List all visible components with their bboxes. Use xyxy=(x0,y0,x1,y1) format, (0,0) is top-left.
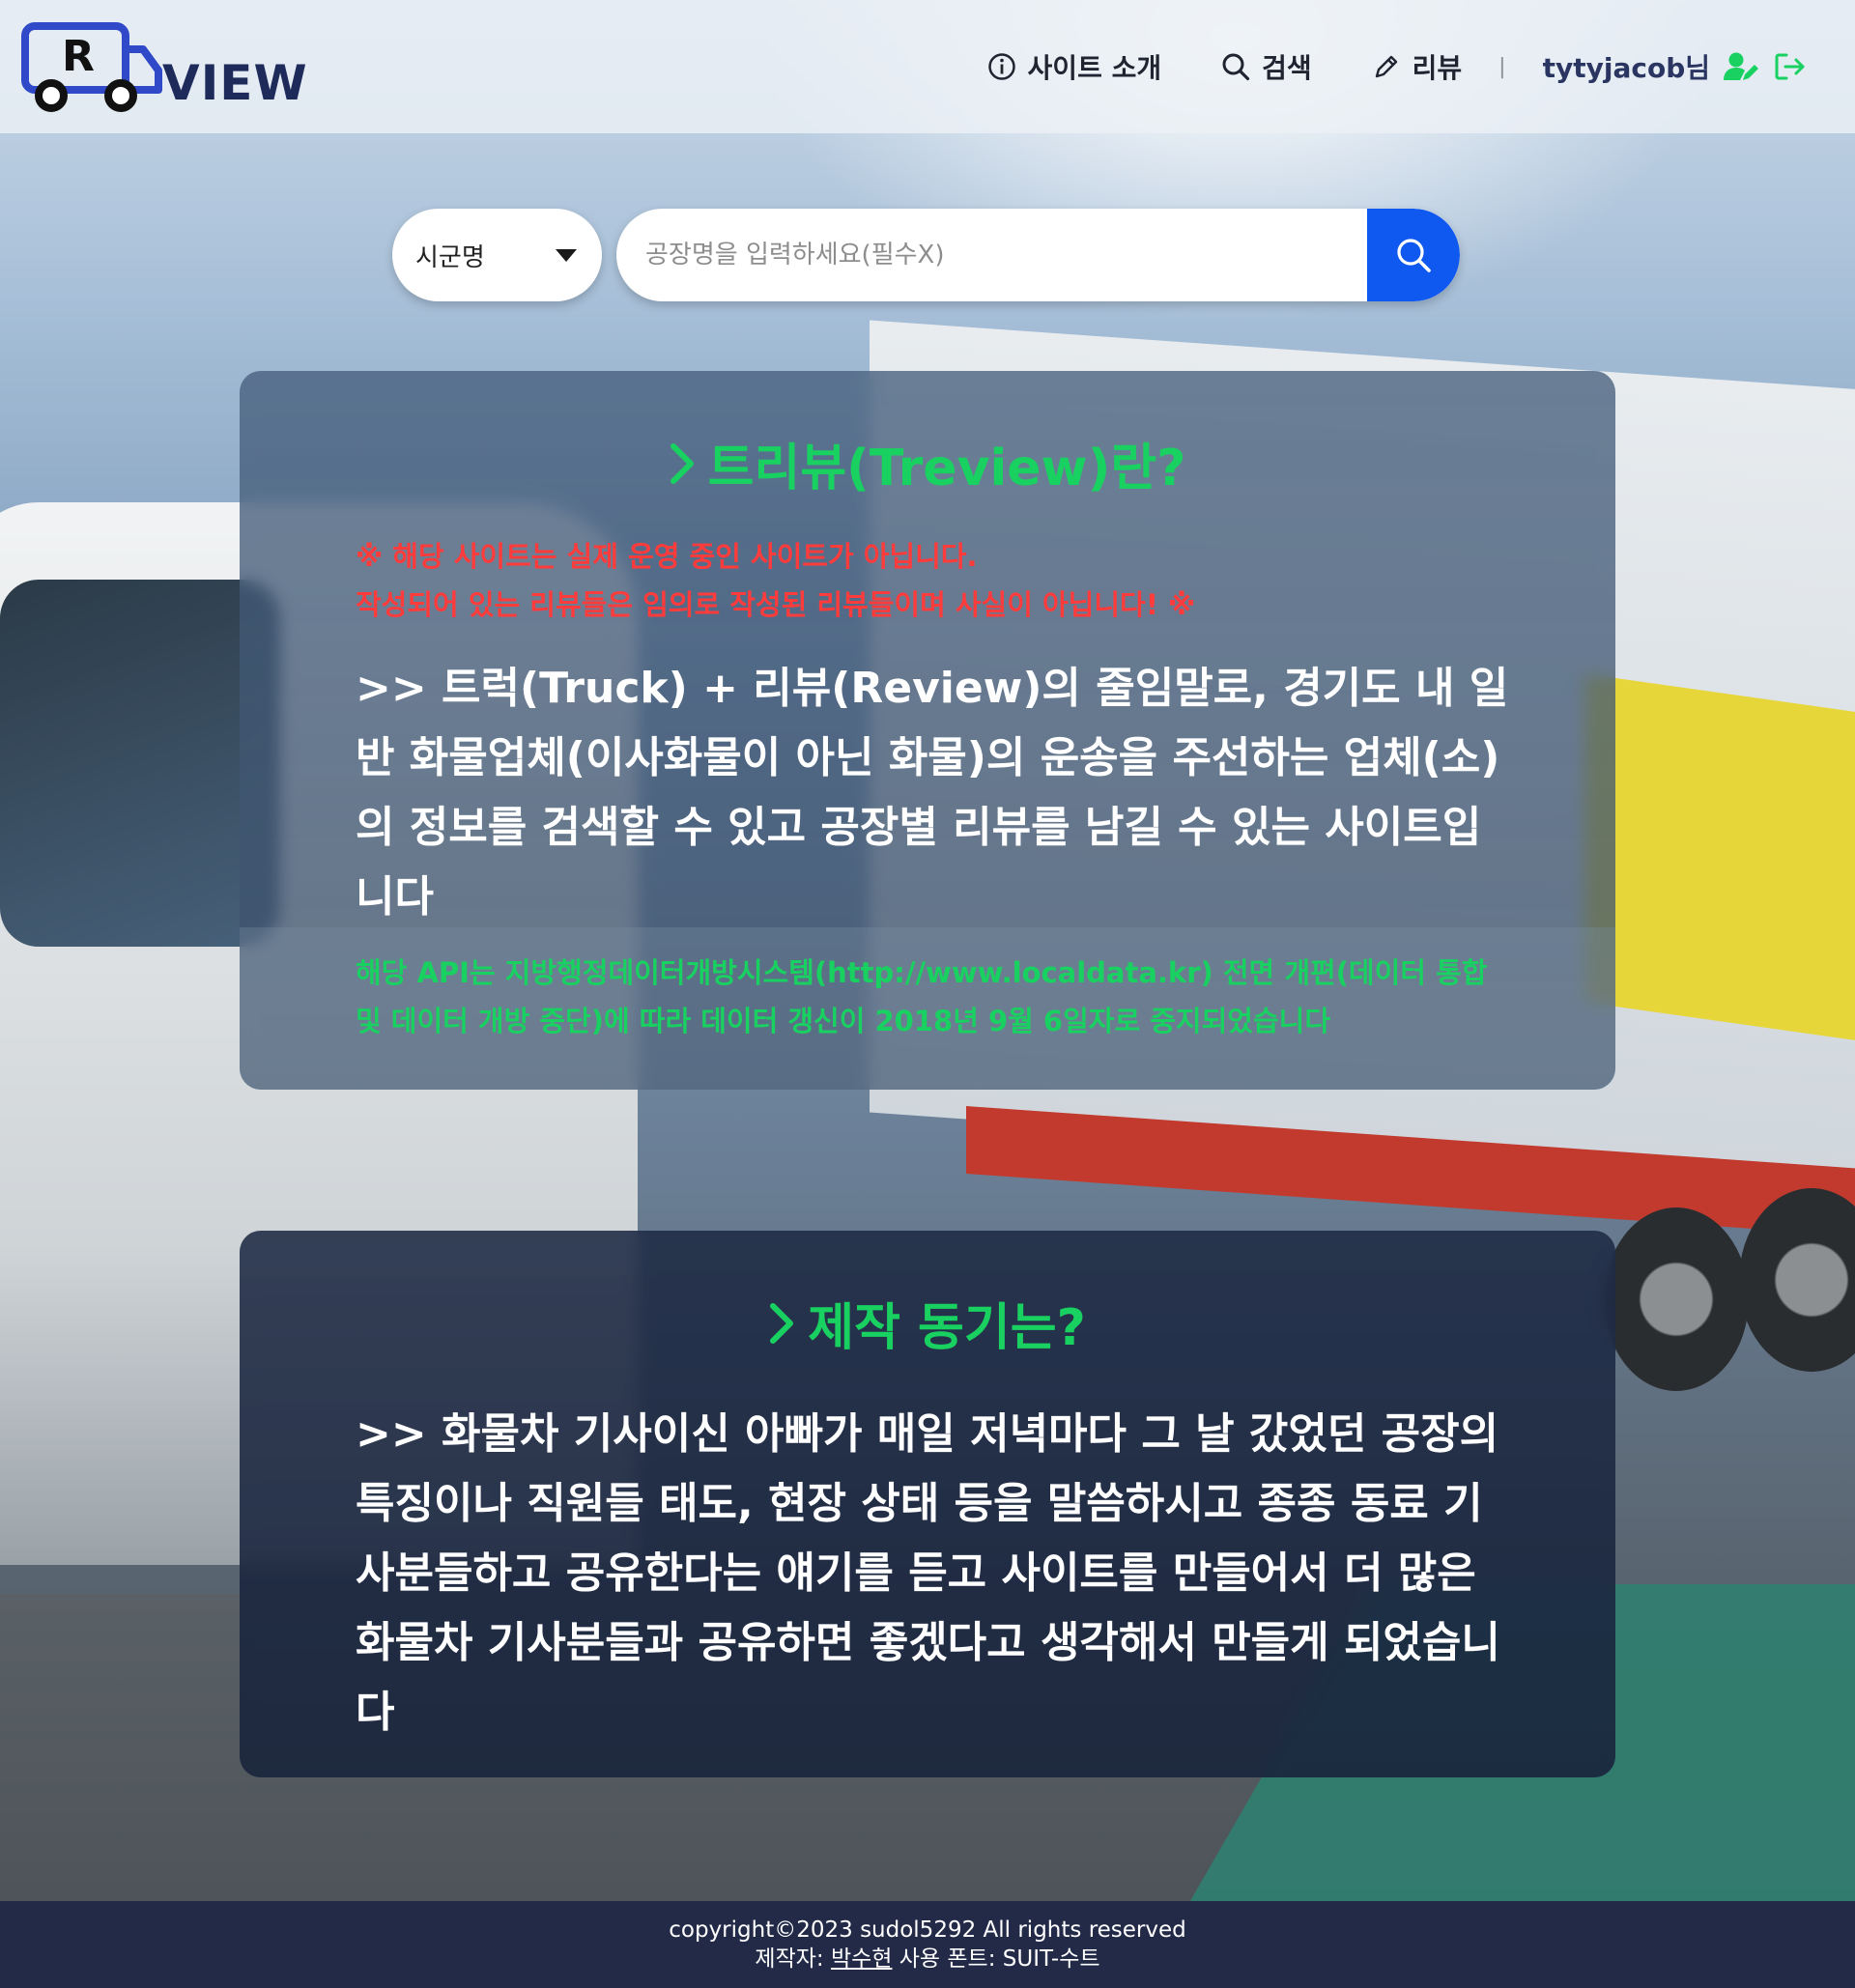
search-bar: 시군명 xyxy=(392,209,1460,301)
nav-review-label: 리뷰 xyxy=(1412,52,1463,84)
about-title: 트리뷰(Treview)란? xyxy=(240,427,1615,499)
site-footer: copyright©2023 sudol5292 All rights rese… xyxy=(0,1901,1855,1988)
about-panel: 트리뷰(Treview)란? ※ 해당 사이트는 실제 운영 중인 사이트가 아… xyxy=(240,371,1615,1090)
disclaimer-warning: ※ 해당 사이트는 실제 운영 중인 사이트가 아닙니다. 작성되어 있는 리뷰… xyxy=(356,532,1615,629)
factory-search-input[interactable] xyxy=(616,209,1367,301)
nav-search-label: 검색 xyxy=(1262,52,1312,84)
author-label: 제작자: xyxy=(755,1946,824,1972)
motivation-description: >> 화물차 기사이신 아빠가 매일 저녁마다 그 날 갔었던 공장의 특징이나… xyxy=(356,1409,1500,1737)
search-icon xyxy=(1397,239,1431,272)
search-field xyxy=(616,209,1460,301)
font-credit: 사용 폰트: SUIT-수트 xyxy=(899,1946,1100,1972)
truck-logo-icon: R xyxy=(21,22,162,112)
logout-icon[interactable] xyxy=(1774,51,1807,82)
user-name: tytyjacob님 xyxy=(1542,52,1710,84)
site-logo[interactable]: R VIEW xyxy=(21,20,308,113)
logo-text: VIEW xyxy=(162,55,308,111)
city-select[interactable]: 시군명 xyxy=(392,209,602,301)
warning-line-1: ※ 해당 사이트는 실제 운영 중인 사이트가 아닙니다. xyxy=(356,540,978,573)
caret-down-icon xyxy=(556,248,577,262)
nav-about[interactable]: 사이트 소개 xyxy=(987,47,1162,86)
svg-text:R: R xyxy=(62,32,95,81)
api-notice: 해당 API는 지방행정데이터개방시스템(http://www.localdat… xyxy=(240,927,1615,1090)
top-header: R VIEW 사이트 소개 검색 리뷰 | tytyjacob님 xyxy=(0,0,1855,133)
nav-about-label: 사이트 소개 xyxy=(1027,52,1162,84)
motivation-title-text: 제작 동기는? xyxy=(808,1299,1086,1357)
warning-line-2: 작성되어 있는 리뷰들은 임의로 작성된 리뷰들이며 사실이 아닙니다! ※ xyxy=(356,588,1196,621)
copyright-text: copyright©2023 sudol5292 All rights rese… xyxy=(669,1917,1186,1943)
about-title-text: 트리뷰(Treview)란? xyxy=(707,440,1186,497)
nav-review[interactable]: 리뷰 xyxy=(1372,47,1463,86)
nav-separator: | xyxy=(1498,54,1506,79)
chevron-right-icon xyxy=(770,1303,794,1344)
chevron-right-icon xyxy=(670,443,694,484)
main-nav: 사이트 소개 검색 리뷰 | tytyjacob님 xyxy=(928,47,1807,86)
user-edit-icon[interactable] xyxy=(1724,51,1760,82)
nav-search[interactable]: 검색 xyxy=(1221,47,1312,86)
search-button[interactable] xyxy=(1367,209,1460,301)
credits-line: 제작자: 박수현 사용 폰트: SUIT-수트 xyxy=(0,1945,1855,1974)
search-icon xyxy=(1222,53,1250,81)
info-icon xyxy=(987,53,1015,80)
motivation-panel: 제작 동기는? >> 화물차 기사이신 아빠가 매일 저녁마다 그 날 갔었던 … xyxy=(240,1231,1615,1777)
about-description: >> 트럭(Truck) + 리뷰(Review)의 줄임말로, 경기도 내 일… xyxy=(356,664,1509,922)
pencil-icon xyxy=(1375,55,1397,78)
city-select-value: 시군명 xyxy=(415,242,485,272)
author-link[interactable]: 박수현 xyxy=(831,1946,892,1972)
motivation-title: 제작 동기는? xyxy=(240,1287,1615,1359)
